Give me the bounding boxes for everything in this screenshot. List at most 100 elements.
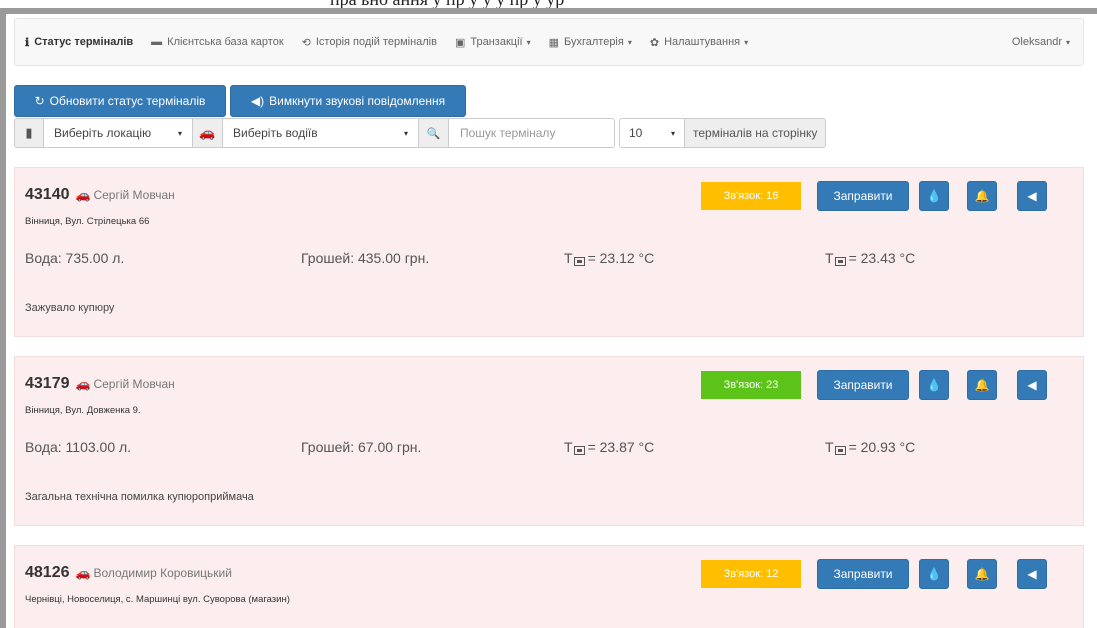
car-icon: 🚗 [75, 188, 91, 202]
terminal-id[interactable]: 43140 [25, 186, 70, 204]
temp-prefix: T [825, 439, 834, 455]
temp-value: = 23.43 °C [848, 250, 916, 266]
terminal-card: 43140 🚗 Сергій Мовчан Вінниця, Вул. Стрі… [14, 167, 1084, 337]
refresh-icon: ↻ [34, 94, 45, 108]
caret-down-icon: ▾ [744, 37, 749, 47]
bell-icon: 🔔 [974, 378, 990, 392]
water-drop-icon: 💧 [926, 189, 942, 203]
connection-badge: Зв'язок: 16 [701, 182, 801, 210]
water-drop-button[interactable]: 💧 [919, 181, 949, 211]
water-drop-icon: 💧 [926, 567, 942, 581]
money-amount: Грошей: 67.00 грн. [301, 439, 422, 455]
bell-icon: 🔔 [974, 567, 990, 581]
terminal-id[interactable]: 43179 [25, 375, 70, 393]
temperature-outside: T = 23.43 °C [825, 250, 915, 266]
temperature-inside: T = 23.87 °C [564, 439, 654, 455]
water-level: Вода: 1103.00 л. [25, 439, 132, 455]
nav-item-transactions[interactable]: ▣ Транзакції ▾ [446, 19, 540, 65]
search-input[interactable]: Пошук терміналу [449, 118, 615, 148]
terminal-error-note: Зажувало купюру [25, 302, 115, 314]
search-placeholder: Пошук терміналу [460, 126, 556, 140]
money-amount: Грошей: 435.00 грн. [301, 250, 430, 266]
sensor-icon [834, 446, 846, 455]
water-drop-icon: 💧 [926, 378, 942, 392]
location-select[interactable]: Виберіть локацію ▾ [44, 118, 193, 148]
temp-prefix: T [564, 439, 573, 455]
main-navbar: ℹ Статус терміналів ▬ Клієнтська база ка… [14, 18, 1084, 66]
connection-badge: Зв'язок: 12 [701, 560, 801, 588]
caret-down-icon: ▾ [627, 37, 632, 47]
back-button[interactable]: ◀ [1017, 181, 1047, 211]
caret-left-icon: ◀ [1027, 378, 1037, 392]
caret-left-icon: ◀ [1027, 567, 1037, 581]
nav-item-label: Статус терміналів [34, 36, 134, 48]
location-select-value: Виберіть локацію [54, 126, 152, 140]
driver-name: Сергій Мовчан [93, 188, 175, 202]
user-name: Oleksandr [1011, 36, 1062, 48]
refill-button[interactable]: Заправити [817, 181, 909, 211]
temperature-inside: T = 23.12 °C [564, 250, 654, 266]
caret-left-icon: ◀ [1027, 189, 1037, 203]
driver-select-value: Виберіть водіїв [233, 126, 318, 140]
history-icon: ⟲ [301, 36, 311, 49]
credit-card-icon: ▬ [151, 36, 163, 48]
temperature-outside: T = 20.93 °C [825, 439, 915, 455]
volume-icon: ◀) [250, 94, 265, 108]
water-level: Вода: 735.00 л. [25, 250, 125, 266]
nav-item-label: Бухгалтерія [564, 36, 624, 48]
car-icon: 🚗 [193, 118, 223, 148]
driver-name: Сергій Мовчан [93, 377, 175, 391]
nav-item-settings[interactable]: ✿ Налаштування ▾ [641, 19, 757, 65]
search-icon: 🔍 [419, 118, 449, 148]
bell-button[interactable]: 🔔 [967, 370, 997, 400]
caret-down-icon: ▾ [526, 37, 531, 47]
nav-item-label: Транзакції [470, 36, 523, 48]
terminal-header: 43140 🚗 Сергій Мовчан [25, 186, 175, 204]
nav-item-event-history[interactable]: ⟲ Історія подій терміналів [293, 19, 446, 65]
refill-button[interactable]: Заправити [817, 559, 909, 589]
nav-item-client-cards[interactable]: ▬ Клієнтська база карток [142, 19, 292, 65]
water-drop-button[interactable]: 💧 [919, 370, 949, 400]
cropped-text-strip: пра ьно ання у пр у у у пр у ур [0, 0, 1097, 8]
caret-down-icon: ▾ [177, 128, 182, 138]
terminal-header: 43179 🚗 Сергій Мовчан [25, 375, 175, 393]
gear-icon: ✿ [649, 36, 660, 49]
temp-value: = 20.93 °C [848, 439, 916, 455]
terminal-box-icon [573, 446, 585, 455]
building-icon: ▮ [14, 118, 44, 148]
bell-button[interactable]: 🔔 [967, 559, 997, 589]
mute-sound-button[interactable]: ◀) Вимкнути звукові повідомлення [230, 85, 466, 117]
terminal-error-note: Загальна технічна помилка купюроприймача [25, 491, 254, 503]
water-drop-button[interactable]: 💧 [919, 559, 949, 589]
mute-sound-label: Вимкнути звукові повідомлення [269, 94, 446, 108]
refresh-status-label: Обновити статус терміналів [49, 94, 206, 108]
caret-down-icon: ▾ [670, 128, 675, 138]
terminal-address: Чернівці, Новоселиця, с. Маршинці вул. С… [25, 594, 290, 605]
terminal-id[interactable]: 48126 [25, 564, 70, 582]
per-page-select[interactable]: 10 ▾ [619, 118, 685, 148]
sensor-icon [834, 257, 846, 266]
driver-name: Володимир Коровицький [93, 566, 232, 580]
terminal-card: 48126 🚗 Володимир Коровицький Чернівці, … [14, 545, 1084, 628]
nav-item-label: Історія подій терміналів [315, 36, 437, 48]
temp-value: = 23.12 °C [587, 250, 655, 266]
per-page-value: 10 [629, 126, 643, 140]
terminal-address: Вінниця, Вул. Стрілецька 66 [25, 216, 150, 227]
driver-select[interactable]: Виберіть водіїв ▾ [223, 118, 419, 148]
bell-icon: 🔔 [974, 189, 990, 203]
nav-item-terminal-status[interactable]: ℹ Статус терміналів [15, 19, 142, 65]
refill-button[interactable]: Заправити [817, 370, 909, 400]
terminal-box-icon [573, 257, 585, 266]
user-menu[interactable]: Oleksandr ▾ [1003, 19, 1083, 65]
money-icon: ▣ [454, 36, 466, 49]
calculator-icon: ▦ [548, 36, 559, 49]
car-icon: 🚗 [75, 566, 91, 580]
nav-item-accounting[interactable]: ▦ Бухгалтерія ▾ [540, 19, 641, 65]
info-icon: ℹ [25, 36, 30, 49]
back-button[interactable]: ◀ [1017, 370, 1047, 400]
back-button[interactable]: ◀ [1017, 559, 1047, 589]
temp-prefix: T [825, 250, 834, 266]
terminal-card: 43179 🚗 Сергій Мовчан Вінниця, Вул. Довж… [14, 356, 1084, 526]
refresh-status-button[interactable]: ↻ Обновити статус терміналів [14, 85, 226, 117]
bell-button[interactable]: 🔔 [967, 181, 997, 211]
